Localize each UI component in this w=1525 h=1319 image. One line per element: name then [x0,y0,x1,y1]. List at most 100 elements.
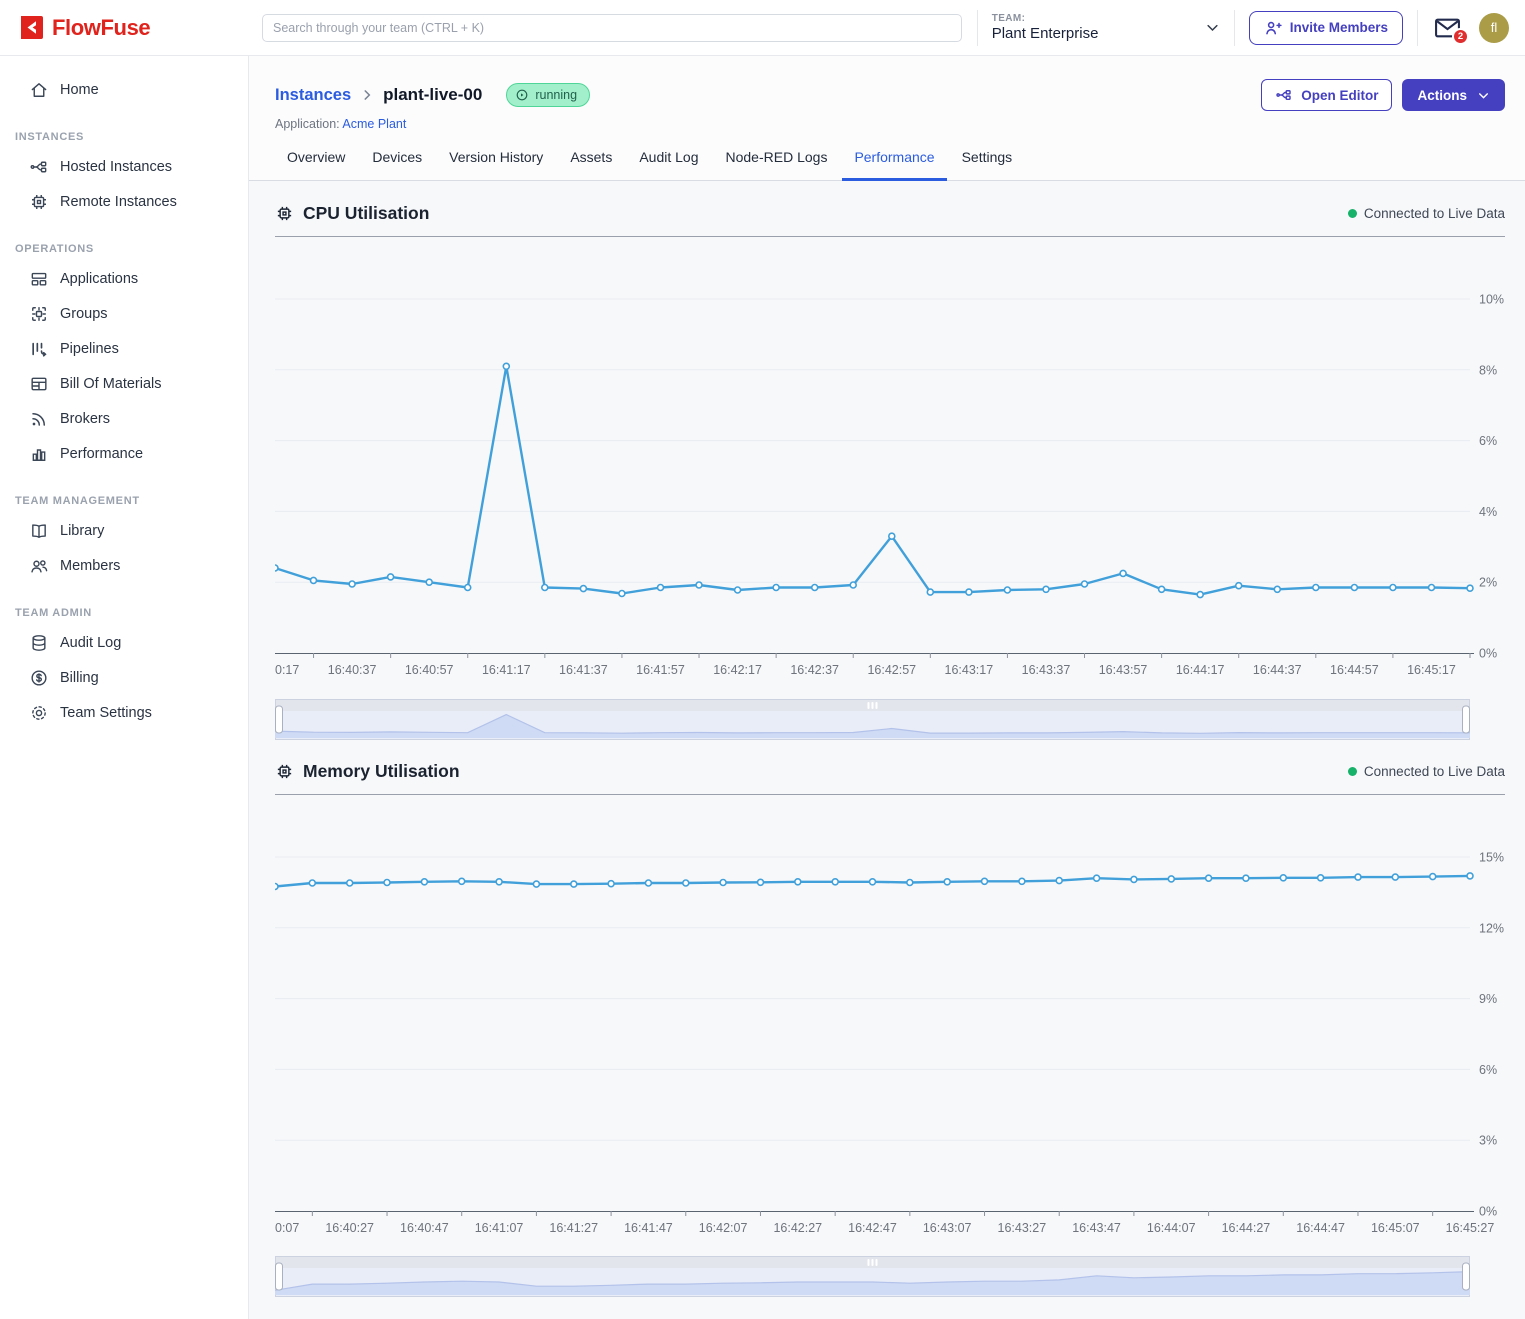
svg-text:16:43:07: 16:43:07 [923,1221,972,1235]
sidebar-item-billing[interactable]: Billing [0,660,248,695]
divider [1417,10,1418,46]
sidebar-item-bill-of-materials[interactable]: Bill Of Materials [0,366,248,401]
svg-text:16:43:27: 16:43:27 [998,1221,1047,1235]
sidebar-item-remote-instances[interactable]: Remote Instances [0,184,248,219]
svg-text:16:40:37: 16:40:37 [328,663,377,677]
sidebar-item-performance[interactable]: Performance [0,436,248,471]
brokers-icon [28,409,49,429]
node-editor-icon [1275,86,1293,104]
brand-name: FlowFuse [52,15,150,41]
sidebar-heading-team-management: TEAM MANAGEMENT [15,495,248,507]
application-line: Application: Acme Plant [275,117,1505,131]
memory-chart-zoom-slider[interactable] [275,1256,1470,1302]
svg-text:0:17: 0:17 [275,663,299,677]
tab-overview[interactable]: Overview [275,149,357,181]
sidebar-item-applications[interactable]: Applications [0,261,248,296]
svg-text:16:44:27: 16:44:27 [1222,1221,1271,1235]
divider [977,10,978,46]
cpu-zoom-slider-track[interactable] [275,699,1470,740]
members-icon [28,556,49,576]
remote-instances-icon [28,192,49,212]
team-selector[interactable]: TEAM: Plant Enterprise [992,13,1220,42]
sidebar-item-label: Brokers [60,411,110,427]
sidebar-item-label: Pipelines [60,341,119,357]
sidebar-item-label: Performance [60,446,143,462]
sidebar-item-members[interactable]: Members [0,548,248,583]
tab-performance[interactable]: Performance [842,149,946,181]
svg-text:16:41:37: 16:41:37 [559,663,608,677]
avatar[interactable]: fl [1479,13,1509,43]
team-label: TEAM: [992,13,1099,24]
application-link[interactable]: Acme Plant [342,117,406,131]
chevron-down-icon [1205,20,1220,35]
main-content: Instances plant-live-00 running Open Edi… [249,56,1525,1319]
sidebar-item-pipelines[interactable]: Pipelines [0,331,248,366]
library-icon [28,521,49,541]
svg-text:16:42:47: 16:42:47 [848,1221,897,1235]
sidebar-item-hosted-instances[interactable]: Hosted Instances [0,149,248,184]
svg-text:16:40:27: 16:40:27 [325,1221,374,1235]
memory-live-status: Connected to Live Data [1348,764,1505,779]
hosted-instances-icon [28,157,49,177]
svg-text:16:43:17: 16:43:17 [945,663,994,677]
invite-members-button[interactable]: Invite Members [1249,11,1403,45]
live-dot-icon [1348,767,1357,776]
actions-button[interactable]: Actions [1402,79,1505,111]
open-editor-button[interactable]: Open Editor [1261,79,1392,111]
svg-text:16:41:27: 16:41:27 [549,1221,598,1235]
divider [1234,10,1235,46]
status-badge: running [506,83,590,107]
cpu-live-status: Connected to Live Data [1348,206,1505,221]
tab-devices[interactable]: Devices [360,149,434,181]
team-name: Plant Enterprise [992,25,1099,42]
play-circle-icon [515,88,529,102]
svg-text:16:41:57: 16:41:57 [636,663,685,677]
svg-text:16:44:07: 16:44:07 [1147,1221,1196,1235]
search-input[interactable] [262,14,962,42]
breadcrumb-instances-link[interactable]: Instances [275,86,351,105]
cpu-live-label: Connected to Live Data [1364,206,1505,221]
tab-settings[interactable]: Settings [950,149,1025,181]
cpu-chart-zoom-slider[interactable] [275,699,1470,745]
sidebar-item-label: Billing [60,670,99,686]
sidebar-item-groups[interactable]: Groups [0,296,248,331]
performance-icon [28,444,49,464]
brand-logo[interactable]: FlowFuse [0,0,249,56]
groups-icon [28,304,49,324]
sidebar-item-label: Library [60,523,104,539]
svg-text:16:41:47: 16:41:47 [624,1221,673,1235]
svg-text:16:44:47: 16:44:47 [1296,1221,1345,1235]
chevron-right-icon [360,88,374,102]
tab-version-history[interactable]: Version History [437,149,555,181]
memory-zoom-slider-track[interactable] [275,1256,1470,1297]
sidebar-item-team-settings[interactable]: Team Settings [0,695,248,730]
sidebar-item-audit-log[interactable]: Audit Log [0,625,248,660]
svg-text:16:45:07: 16:45:07 [1371,1221,1420,1235]
app-window: FlowFuse TEAM: Plant Enterprise Invite M… [0,0,1525,1319]
cpu-section-header: CPU Utilisation Connected to Live Data [275,203,1505,224]
sidebar-item-brokers[interactable]: Brokers [0,401,248,436]
memory-chart: 0%3%6%9%12%15%0:0716:40:2716:40:4716:41:… [275,795,1504,1240]
svg-text:16:40:47: 16:40:47 [400,1221,449,1235]
sidebar-item-library[interactable]: Library [0,513,248,548]
sidebar-item-label: Applications [60,271,138,287]
svg-text:0%: 0% [1479,1205,1497,1219]
sidebar-item-label: Bill Of Materials [60,376,162,392]
svg-text:16:42:07: 16:42:07 [699,1221,748,1235]
tab-assets[interactable]: Assets [558,149,624,181]
tab-audit-log[interactable]: Audit Log [627,149,710,181]
notifications-button[interactable]: 2 [1434,16,1461,40]
sidebar-item-home[interactable]: Home [0,72,248,107]
svg-text:16:43:37: 16:43:37 [1022,663,1071,677]
tab-node-red-logs[interactable]: Node-RED Logs [714,149,840,181]
svg-text:15%: 15% [1479,851,1504,865]
page-title: plant-live-00 [383,85,482,105]
sidebar-heading-operations: OPERATIONS [15,243,248,255]
svg-text:4%: 4% [1479,505,1497,519]
cpu-chip-icon [275,204,294,223]
live-dot-icon [1348,209,1357,218]
sidebar-item-label: Audit Log [60,635,121,651]
sidebar-item-label: Home [60,82,99,98]
svg-text:16:43:47: 16:43:47 [1072,1221,1121,1235]
team-settings-icon [28,703,49,723]
